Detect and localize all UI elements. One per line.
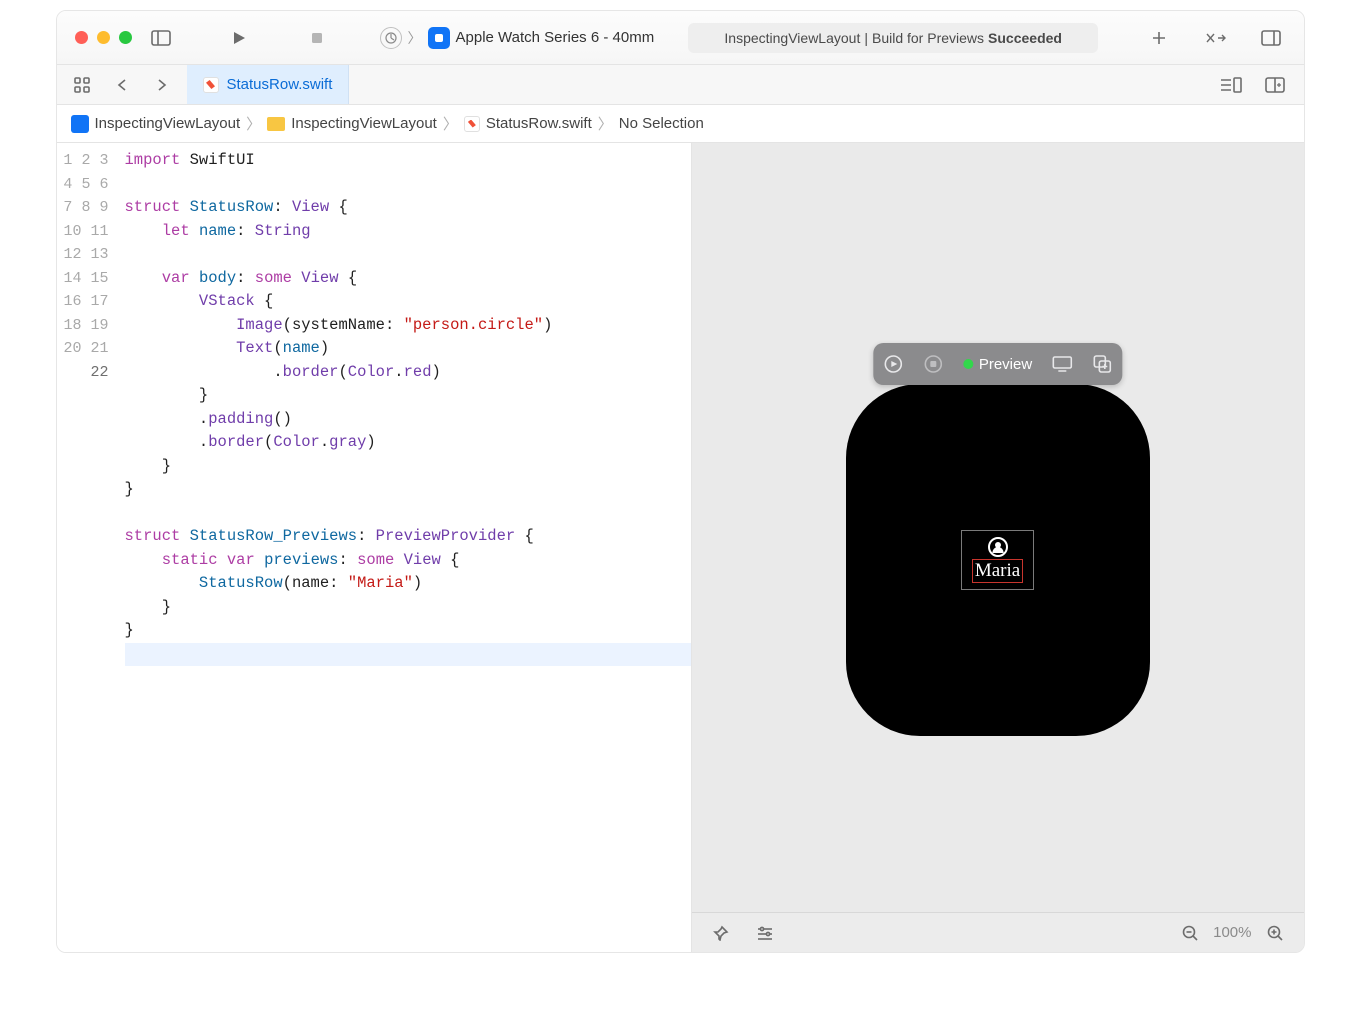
selectable-preview-icon[interactable]	[923, 354, 943, 374]
live-preview-icon[interactable]	[883, 354, 903, 374]
path-selection: No Selection	[619, 115, 704, 132]
forward-button[interactable]	[147, 72, 177, 98]
back-button[interactable]	[107, 72, 137, 98]
status-result: Succeeded	[988, 30, 1062, 46]
related-items-icon[interactable]	[67, 72, 97, 98]
status-action: Build for Previews	[872, 30, 984, 46]
chevron-right-icon: 〉	[443, 113, 458, 134]
close-window[interactable]	[75, 31, 88, 44]
zoom-label: 100%	[1213, 924, 1251, 941]
project-icon	[71, 115, 89, 133]
person-circle-icon	[988, 537, 1008, 557]
add-button[interactable]	[1144, 25, 1174, 51]
chevron-right-icon: 〉	[598, 113, 613, 134]
run-button[interactable]	[224, 25, 254, 51]
scheme-device-label: Apple Watch Series 6 - 40mm	[456, 29, 655, 46]
adjust-editor-options-icon[interactable]	[1216, 72, 1246, 98]
add-editor-icon[interactable]	[1260, 72, 1290, 98]
toggle-inspectors-icon[interactable]	[1256, 25, 1286, 51]
line-gutter: 1 2 3 4 5 6 7 8 9 10 11 12 13 14 15 16 1…	[57, 143, 119, 952]
status-dot-green	[963, 359, 973, 369]
preview-settings-icon[interactable]	[750, 920, 780, 946]
preview-indicator: Preview	[963, 356, 1032, 373]
status-project: InspectingViewLayout	[724, 30, 860, 46]
pin-preview-icon[interactable]	[706, 920, 736, 946]
duplicate-preview-icon[interactable]	[1092, 354, 1112, 374]
canvas-toolbar: Preview	[873, 343, 1122, 385]
xcode-window: 〉 Apple Watch Series 6 - 40mm Inspecting…	[56, 10, 1305, 953]
toolbar-right-group	[1144, 25, 1286, 51]
swift-file-icon	[203, 77, 219, 93]
jump-bar[interactable]: InspectingViewLayout 〉 InspectingViewLay…	[57, 105, 1304, 143]
preview-content-bordergray: Maria	[961, 530, 1034, 590]
preview-label: Preview	[979, 356, 1032, 373]
source-editor[interactable]: 1 2 3 4 5 6 7 8 9 10 11 12 13 14 15 16 1…	[57, 143, 692, 952]
folder-icon	[267, 117, 285, 131]
preview-canvas: Preview Maria	[692, 143, 1304, 952]
watch-device-frame: Maria	[848, 386, 1148, 734]
swift-file-icon	[464, 116, 480, 132]
toggle-navigator-icon[interactable]	[146, 25, 176, 51]
code-review-icon[interactable]	[1200, 25, 1230, 51]
activity-viewer[interactable]: InspectingViewLayout | Build for Preview…	[688, 23, 1098, 53]
zoom-in-icon[interactable]	[1260, 920, 1290, 946]
toolbar-top: 〉 Apple Watch Series 6 - 40mm Inspecting…	[57, 11, 1304, 65]
stop-button[interactable]	[302, 25, 332, 51]
code-text[interactable]: import SwiftUI struct StatusRow: View { …	[119, 143, 691, 952]
scheme-target-icon	[380, 27, 402, 49]
zoom-out-icon[interactable]	[1175, 920, 1205, 946]
minimize-window[interactable]	[97, 31, 110, 44]
chevron-right-icon: 〉	[246, 113, 261, 134]
main-split: 1 2 3 4 5 6 7 8 9 10 11 12 13 14 15 16 1…	[57, 143, 1304, 952]
path-file: StatusRow.swift	[486, 115, 592, 132]
traffic-lights	[75, 31, 132, 44]
path-project: InspectingViewLayout	[95, 115, 241, 132]
zoom-window[interactable]	[119, 31, 132, 44]
status-sep: |	[864, 30, 868, 46]
path-folder: InspectingViewLayout	[291, 115, 437, 132]
canvas-area[interactable]: Preview Maria	[692, 143, 1304, 912]
tab-statusrow[interactable]: StatusRow.swift	[187, 65, 350, 104]
device-settings-icon[interactable]	[1052, 354, 1072, 374]
chevron-right-icon: 〉	[408, 28, 422, 48]
watch-app-icon	[428, 27, 450, 49]
tab-filename: StatusRow.swift	[227, 76, 333, 93]
tab-bar: StatusRow.swift	[57, 65, 1304, 105]
canvas-footer: 100%	[692, 912, 1304, 952]
preview-text-borderred: Maria	[972, 559, 1023, 583]
scheme-selector[interactable]: 〉 Apple Watch Series 6 - 40mm	[380, 27, 655, 49]
